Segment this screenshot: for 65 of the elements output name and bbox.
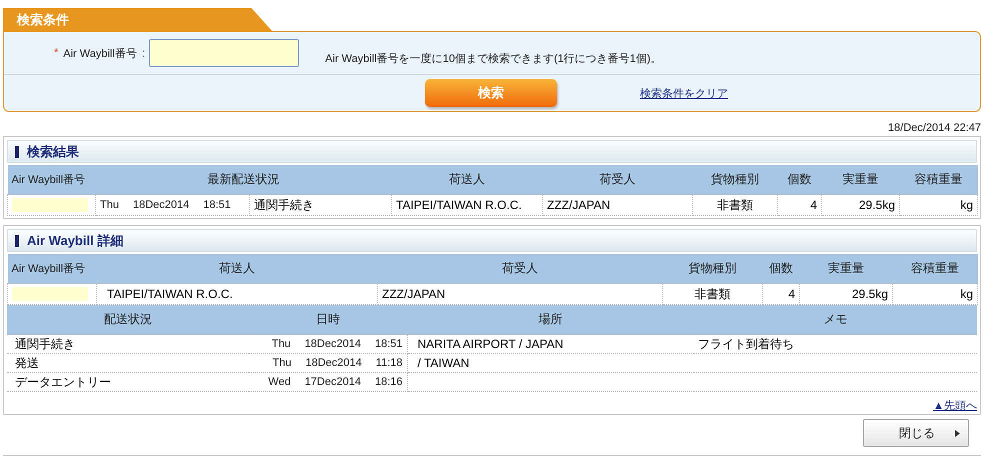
- column-header: 個数: [762, 254, 800, 284]
- status-cell: 通関手続き: [250, 194, 392, 216]
- column-header: 容積重量: [900, 165, 978, 194]
- column-header: 荷送人: [96, 254, 378, 284]
- status-cell: 発送: [7, 354, 249, 372]
- caret-icon: [955, 430, 960, 436]
- cargo-type-cell: 非書類: [662, 284, 762, 304]
- consignee-cell: ZZZ/JAPAN: [542, 194, 692, 216]
- air-waybill-input[interactable]: [149, 39, 300, 67]
- timestamp: 18/Dec/2014 22:47: [887, 122, 981, 134]
- date-text: 18Dec2014: [306, 357, 362, 369]
- location-cell: / TAIWAN: [407, 354, 694, 372]
- day-text: Thu: [272, 357, 292, 369]
- section-marker-icon: [15, 234, 19, 246]
- section-title: Air Waybill 詳細: [27, 232, 124, 250]
- required-mark: *: [54, 47, 58, 59]
- section-marker-icon: [15, 146, 19, 158]
- input-hint: Air Waybill番号を一度に10個まで検索できます(1行につき番号1個)。: [325, 52, 662, 66]
- shipper-cell: TAIPEI/TAIWAN R.O.C.: [96, 284, 378, 304]
- column-header: 荷受人: [542, 165, 692, 194]
- pieces-cell: 4: [778, 194, 822, 216]
- column-header: 貨物種別: [662, 254, 762, 284]
- column-header: 容積重量: [892, 254, 978, 284]
- pieces-cell: 4: [762, 284, 800, 304]
- column-header: メモ: [694, 305, 977, 334]
- shipper-cell: TAIPEI/TAIWAN R.O.C.: [392, 194, 542, 216]
- status-cell: 通関手続き: [7, 334, 249, 354]
- date-text: 18Dec2014: [304, 338, 361, 350]
- clear-conditions-link[interactable]: 検索条件をクリア: [640, 86, 728, 100]
- memo-cell: フライト到着待ち: [694, 334, 977, 354]
- column-header: 最新配送状況: [96, 165, 392, 194]
- actual-weight-cell: 29.5kg: [822, 194, 900, 216]
- column-header: Air Waybill番号: [8, 254, 96, 284]
- consignee-cell: ZZZ/JAPAN: [378, 284, 662, 304]
- day-text: Wed: [268, 376, 291, 388]
- column-header: 貨物種別: [692, 165, 778, 194]
- column-header: 場所: [407, 305, 694, 334]
- column-header: 実重量: [800, 254, 892, 284]
- time-text: 18:51: [374, 338, 402, 350]
- panel-tab-title: 検索条件: [3, 8, 273, 32]
- label-separator: :: [142, 46, 146, 60]
- column-header: 個数: [778, 165, 822, 194]
- time-text: 18:51: [203, 199, 231, 211]
- date-text: 18Dec2014: [132, 199, 190, 211]
- time-text: 11:18: [376, 357, 402, 369]
- day-text: Thu: [100, 199, 119, 211]
- volume-weight-cell: kg: [892, 284, 978, 304]
- field-label: Air Waybill番号: [63, 46, 137, 60]
- location-cell: NARITA AIRPORT / JAPAN: [407, 334, 694, 354]
- column-header: 日時: [249, 305, 407, 334]
- status-cell: データエントリー: [7, 372, 249, 392]
- column-header: 配送状況: [7, 305, 249, 334]
- back-to-top-link[interactable]: ▲先頭へ: [933, 400, 977, 412]
- column-header: 実重量: [822, 165, 900, 194]
- column-header: 荷受人: [378, 254, 662, 284]
- actual-weight-cell: 29.5kg: [800, 284, 892, 304]
- close-button[interactable]: 閉じる: [863, 419, 969, 447]
- cargo-type-cell: 非書類: [692, 194, 778, 216]
- time-text: 18:16: [374, 376, 402, 388]
- volume-weight-cell: kg: [900, 194, 978, 216]
- column-header: Air Waybill番号: [8, 165, 96, 194]
- section-title: 検索結果: [27, 142, 79, 160]
- day-text: Thu: [272, 338, 291, 350]
- date-text: 17Dec2014: [304, 376, 361, 388]
- column-header: 荷送人: [392, 165, 542, 194]
